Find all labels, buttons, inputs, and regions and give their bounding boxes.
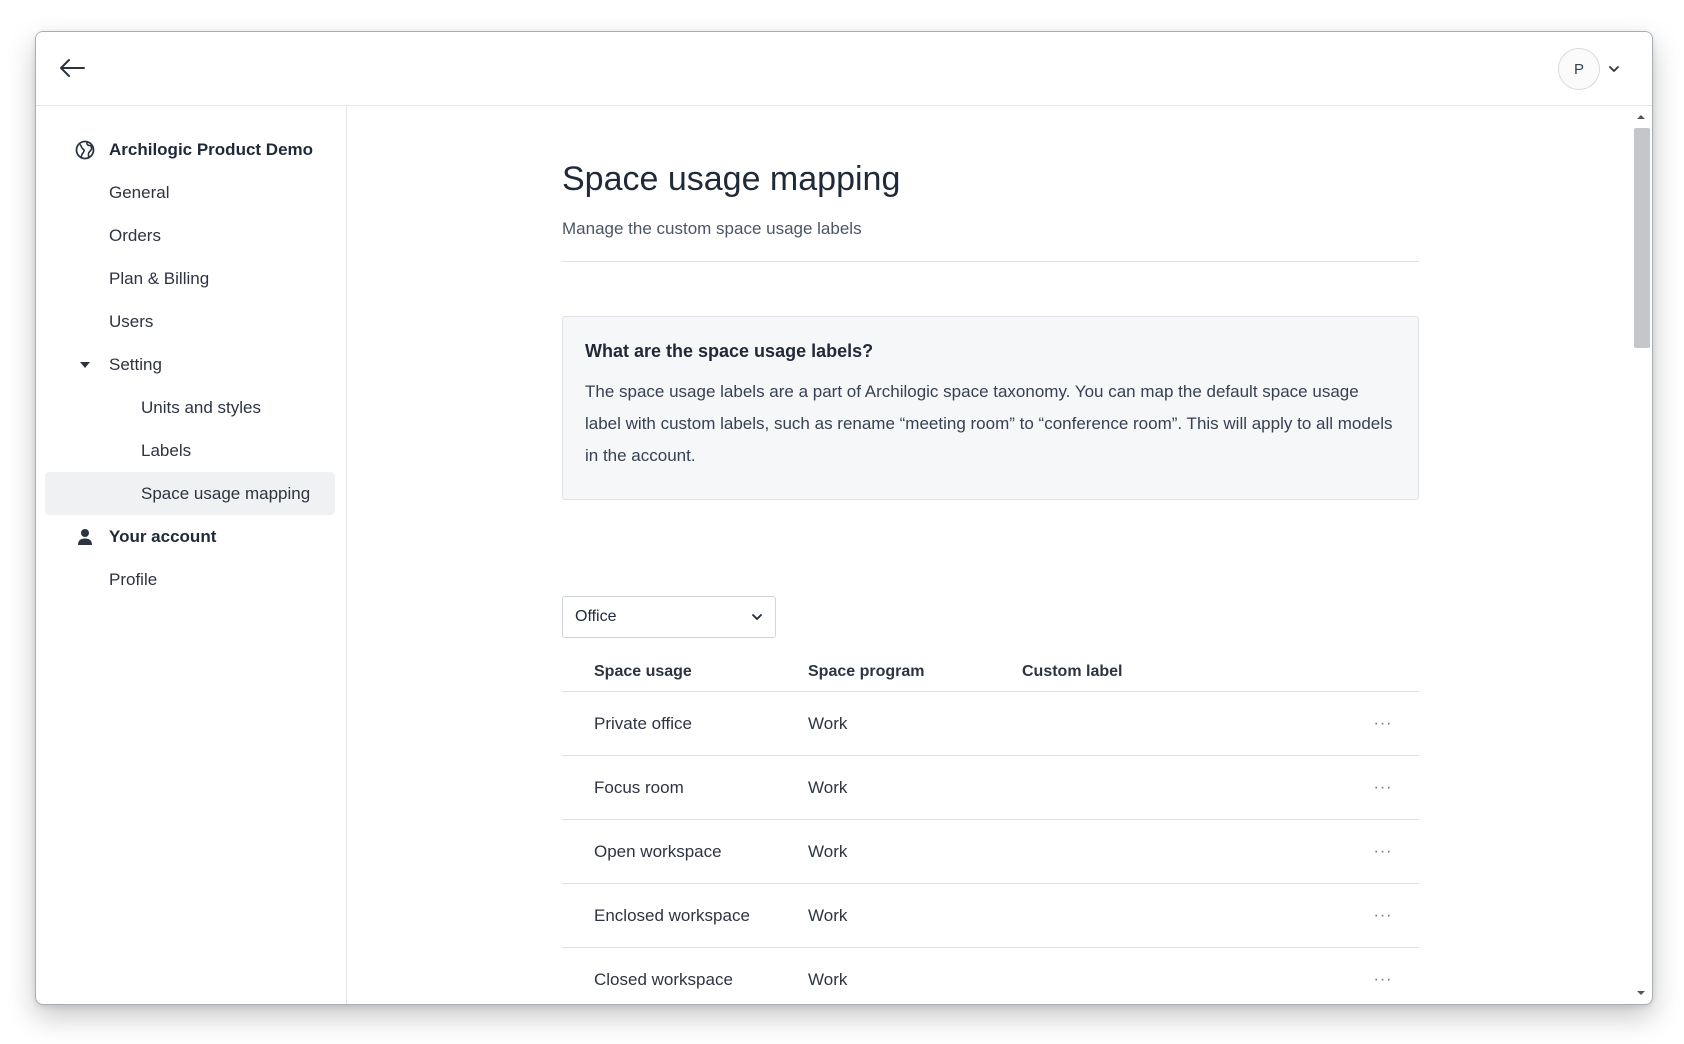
sidebar-item-users[interactable]: Users — [36, 300, 336, 343]
scroll-up-arrow[interactable] — [1630, 108, 1652, 126]
sidebar-item-label: General — [109, 182, 170, 202]
info-text: The space usage labels are a part of Arc… — [585, 382, 1393, 465]
cell-space-usage: Closed workspace — [594, 969, 733, 989]
chevron-down-icon — [1609, 66, 1619, 72]
sidebar-item-setting[interactable]: Setting — [36, 343, 336, 386]
sidebar-item-label: Space usage mapping — [141, 483, 311, 503]
sidebar-item-space-usage-mapping[interactable]: Space usage mapping — [45, 472, 335, 515]
cell-space-usage: Enclosed workspace — [594, 905, 750, 925]
vertical-scrollbar[interactable] — [1630, 106, 1652, 1004]
sidebar-item-your-account[interactable]: Your account — [36, 515, 336, 558]
sidebar-item-label: Plan & Billing — [109, 268, 210, 288]
arrow-left-icon — [60, 59, 85, 77]
row-menu-button[interactable]: ··· — [1369, 692, 1397, 755]
user-icon — [74, 526, 96, 548]
cell-space-program: Work — [808, 713, 848, 733]
cell-space-usage: Private office — [594, 713, 692, 733]
main-content: Space usage mapping Manage the custom sp… — [348, 106, 1630, 1004]
chevron-down-icon — [752, 614, 762, 620]
cell-space-program: Work — [808, 777, 848, 797]
cell-space-program: Work — [808, 905, 848, 925]
table-row: Open workspace Work ··· — [562, 820, 1419, 884]
caret-down-icon[interactable] — [74, 354, 96, 376]
divider — [562, 261, 1419, 262]
table-row: Enclosed workspace Work ··· — [562, 884, 1419, 948]
sidebar-item-profile[interactable]: Profile — [36, 558, 336, 601]
table-row: Closed workspace Work ··· — [562, 948, 1419, 1004]
sidebar-item-label: Users — [109, 311, 154, 331]
table-row: Private office Work ··· — [562, 692, 1419, 756]
sidebar-item-label: Setting — [109, 354, 162, 374]
row-menu-button[interactable]: ··· — [1369, 820, 1397, 883]
cell-space-usage: Focus room — [594, 777, 684, 797]
sidebar-org[interactable]: Archilogic Product Demo — [36, 128, 336, 171]
cell-space-usage: Open workspace — [594, 841, 722, 861]
user-menu[interactable]: P — [1558, 47, 1620, 91]
sidebar-item-label: Profile — [109, 569, 158, 589]
avatar[interactable]: P — [1558, 48, 1600, 90]
column-header-space-program: Space program — [808, 663, 925, 680]
back-button[interactable] — [54, 50, 90, 86]
info-box: What are the space usage labels? The spa… — [562, 316, 1419, 500]
app-window: P Archilogic Product Demo General Orders — [35, 31, 1653, 1005]
row-menu-button[interactable]: ··· — [1369, 756, 1397, 819]
sidebar-org-label: Archilogic Product Demo — [109, 139, 314, 159]
globe-icon — [74, 139, 96, 161]
page-subtitle: Manage the custom space usage labels — [562, 219, 862, 238]
table-row: Focus room Work ··· — [562, 756, 1419, 820]
cell-space-program: Work — [808, 841, 848, 861]
info-title: What are the space usage labels? — [585, 341, 874, 361]
row-menu-button[interactable]: ··· — [1369, 884, 1397, 947]
column-header-space-usage: Space usage — [594, 663, 692, 680]
sidebar: Archilogic Product Demo General Orders P… — [36, 106, 347, 1004]
sidebar-item-general[interactable]: General — [36, 171, 336, 214]
sidebar-item-label: Orders — [109, 225, 161, 245]
sidebar-item-label: Your account — [109, 526, 217, 546]
sidebar-item-label: Labels — [141, 440, 192, 460]
table-header: Space usage Space program Custom label — [562, 653, 1419, 692]
category-select-value: Office — [575, 608, 617, 625]
column-header-custom-label: Custom label — [1022, 663, 1123, 680]
scroll-down-arrow[interactable] — [1630, 984, 1652, 1002]
top-bar: P — [36, 32, 1652, 106]
cell-space-program: Work — [808, 969, 848, 989]
sidebar-item-orders[interactable]: Orders — [36, 214, 336, 257]
sidebar-item-label: Units and styles — [141, 397, 261, 417]
scroll-thumb[interactable] — [1634, 128, 1650, 348]
sidebar-item-labels[interactable]: Labels — [36, 429, 336, 472]
row-menu-button[interactable]: ··· — [1369, 948, 1397, 1004]
sidebar-item-plan-billing[interactable]: Plan & Billing — [36, 257, 336, 300]
space-usage-table: Space usage Space program Custom label P… — [562, 653, 1419, 1004]
sidebar-item-units-styles[interactable]: Units and styles — [36, 386, 336, 429]
page-title: Space usage mapping — [562, 160, 901, 198]
category-select[interactable]: Office — [562, 596, 776, 638]
